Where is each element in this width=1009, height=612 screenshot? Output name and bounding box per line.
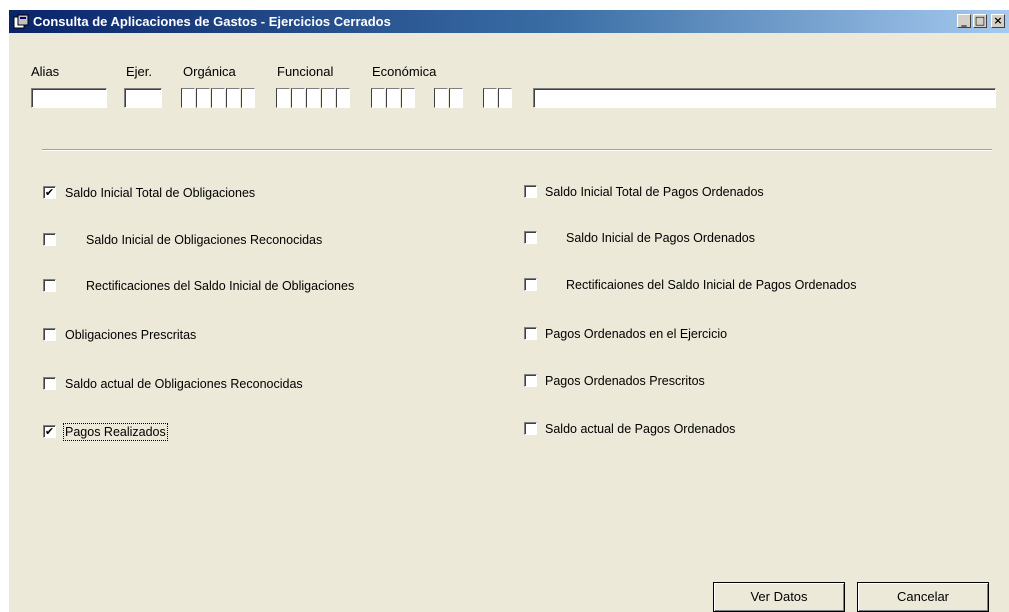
- checkbox-saldo-inicial-pagos-ordenados[interactable]: [524, 231, 537, 244]
- funcional-digit[interactable]: [276, 88, 290, 108]
- funcional-digit[interactable]: [306, 88, 320, 108]
- organica-input[interactable]: [181, 88, 256, 108]
- close-button[interactable]: ×: [991, 14, 1005, 28]
- ejer-label: Ejer.: [126, 64, 153, 79]
- title-bar[interactable]: Consulta de Aplicaciones de Gastos - Eje…: [9, 10, 1009, 33]
- app-window: Consulta de Aplicaciones de Gastos - Eje…: [8, 10, 1009, 612]
- label-pagos-realizados[interactable]: Pagos Realizados: [63, 423, 168, 441]
- label-saldo-actual-pagos-ordenados[interactable]: Saldo actual de Pagos Ordenados: [545, 422, 735, 436]
- economica-digit[interactable]: [434, 88, 448, 108]
- economica-input-1[interactable]: [371, 88, 416, 108]
- checkbox-saldo-actual-obligaciones-reconocidas[interactable]: [43, 377, 56, 390]
- funcional-digit[interactable]: [336, 88, 350, 108]
- ejer-input[interactable]: [124, 88, 162, 108]
- label-saldo-inicial-total-obligaciones[interactable]: Saldo Inicial Total de Obligaciones: [65, 186, 255, 200]
- checkbox-obligaciones-prescritas[interactable]: [43, 328, 56, 341]
- checkbox-pagos-realizados[interactable]: ✔: [43, 425, 56, 438]
- label-rectificaciones-saldo-inicial-obligaciones[interactable]: Rectificaciones del Saldo Inicial de Obl…: [86, 279, 354, 293]
- funcional-digit[interactable]: [321, 88, 335, 108]
- checkbox-saldo-inicial-total-pagos-ordenados[interactable]: [524, 185, 537, 198]
- organica-label: Orgánica: [183, 64, 236, 79]
- checkbox-pagos-ordenados-prescritos[interactable]: [524, 374, 537, 387]
- maximize-button[interactable]: □: [973, 14, 987, 28]
- organica-digit[interactable]: [196, 88, 210, 108]
- organica-digit[interactable]: [241, 88, 255, 108]
- label-rectificaiones-saldo-inicial-pagos[interactable]: Rectificaiones del Saldo Inicial de Pago…: [566, 278, 856, 292]
- checkbox-rectificaciones-saldo-inicial-obligaciones[interactable]: [43, 279, 56, 292]
- checkbox-rectificaiones-saldo-inicial-pagos[interactable]: [524, 278, 537, 291]
- window-title: Consulta de Aplicaciones de Gastos - Eje…: [33, 14, 391, 29]
- economica-digit[interactable]: [483, 88, 497, 108]
- cancelar-button[interactable]: Cancelar: [857, 582, 989, 612]
- label-saldo-inicial-obligaciones-reconocidas[interactable]: Saldo Inicial de Obligaciones Reconocida…: [86, 233, 322, 247]
- alias-input[interactable]: [31, 88, 107, 108]
- label-saldo-actual-obligaciones-reconocidas[interactable]: Saldo actual de Obligaciones Reconocidas: [65, 377, 303, 391]
- separator: [42, 149, 992, 151]
- economica-digit[interactable]: [371, 88, 385, 108]
- checkbox-saldo-inicial-obligaciones-reconocidas[interactable]: [43, 233, 56, 246]
- dialog-content: Alias Ejer. Orgánica Funcional Económica: [9, 33, 1009, 612]
- economica-input-3[interactable]: [483, 88, 513, 108]
- minimize-button[interactable]: _: [957, 14, 971, 28]
- organica-digit[interactable]: [211, 88, 225, 108]
- organica-digit[interactable]: [226, 88, 240, 108]
- checkbox-saldo-inicial-total-obligaciones[interactable]: ✔: [43, 186, 56, 199]
- funcional-input[interactable]: [276, 88, 351, 108]
- label-saldo-inicial-pagos-ordenados[interactable]: Saldo Inicial de Pagos Ordenados: [566, 231, 755, 245]
- funcional-digit[interactable]: [291, 88, 305, 108]
- checkbox-saldo-actual-pagos-ordenados[interactable]: [524, 422, 537, 435]
- ver-datos-button[interactable]: Ver Datos: [713, 582, 845, 612]
- economica-input-2[interactable]: [434, 88, 464, 108]
- app-icon: [13, 14, 29, 29]
- label-obligaciones-prescritas[interactable]: Obligaciones Prescritas: [65, 328, 196, 342]
- organica-digit[interactable]: [181, 88, 195, 108]
- funcional-label: Funcional: [277, 64, 334, 79]
- economica-digit[interactable]: [386, 88, 400, 108]
- economica-label: Económica: [372, 64, 437, 79]
- label-pagos-ordenados-ejercicio[interactable]: Pagos Ordenados en el Ejercicio: [545, 327, 727, 341]
- economica-digit[interactable]: [498, 88, 512, 108]
- label-saldo-inicial-total-pagos-ordenados[interactable]: Saldo Inicial Total de Pagos Ordenados: [545, 185, 764, 199]
- description-input[interactable]: [533, 88, 996, 108]
- economica-digit[interactable]: [401, 88, 415, 108]
- checkbox-pagos-ordenados-ejercicio[interactable]: [524, 327, 537, 340]
- economica-digit[interactable]: [449, 88, 463, 108]
- alias-label: Alias: [31, 64, 60, 79]
- label-pagos-ordenados-prescritos[interactable]: Pagos Ordenados Prescritos: [545, 374, 705, 388]
